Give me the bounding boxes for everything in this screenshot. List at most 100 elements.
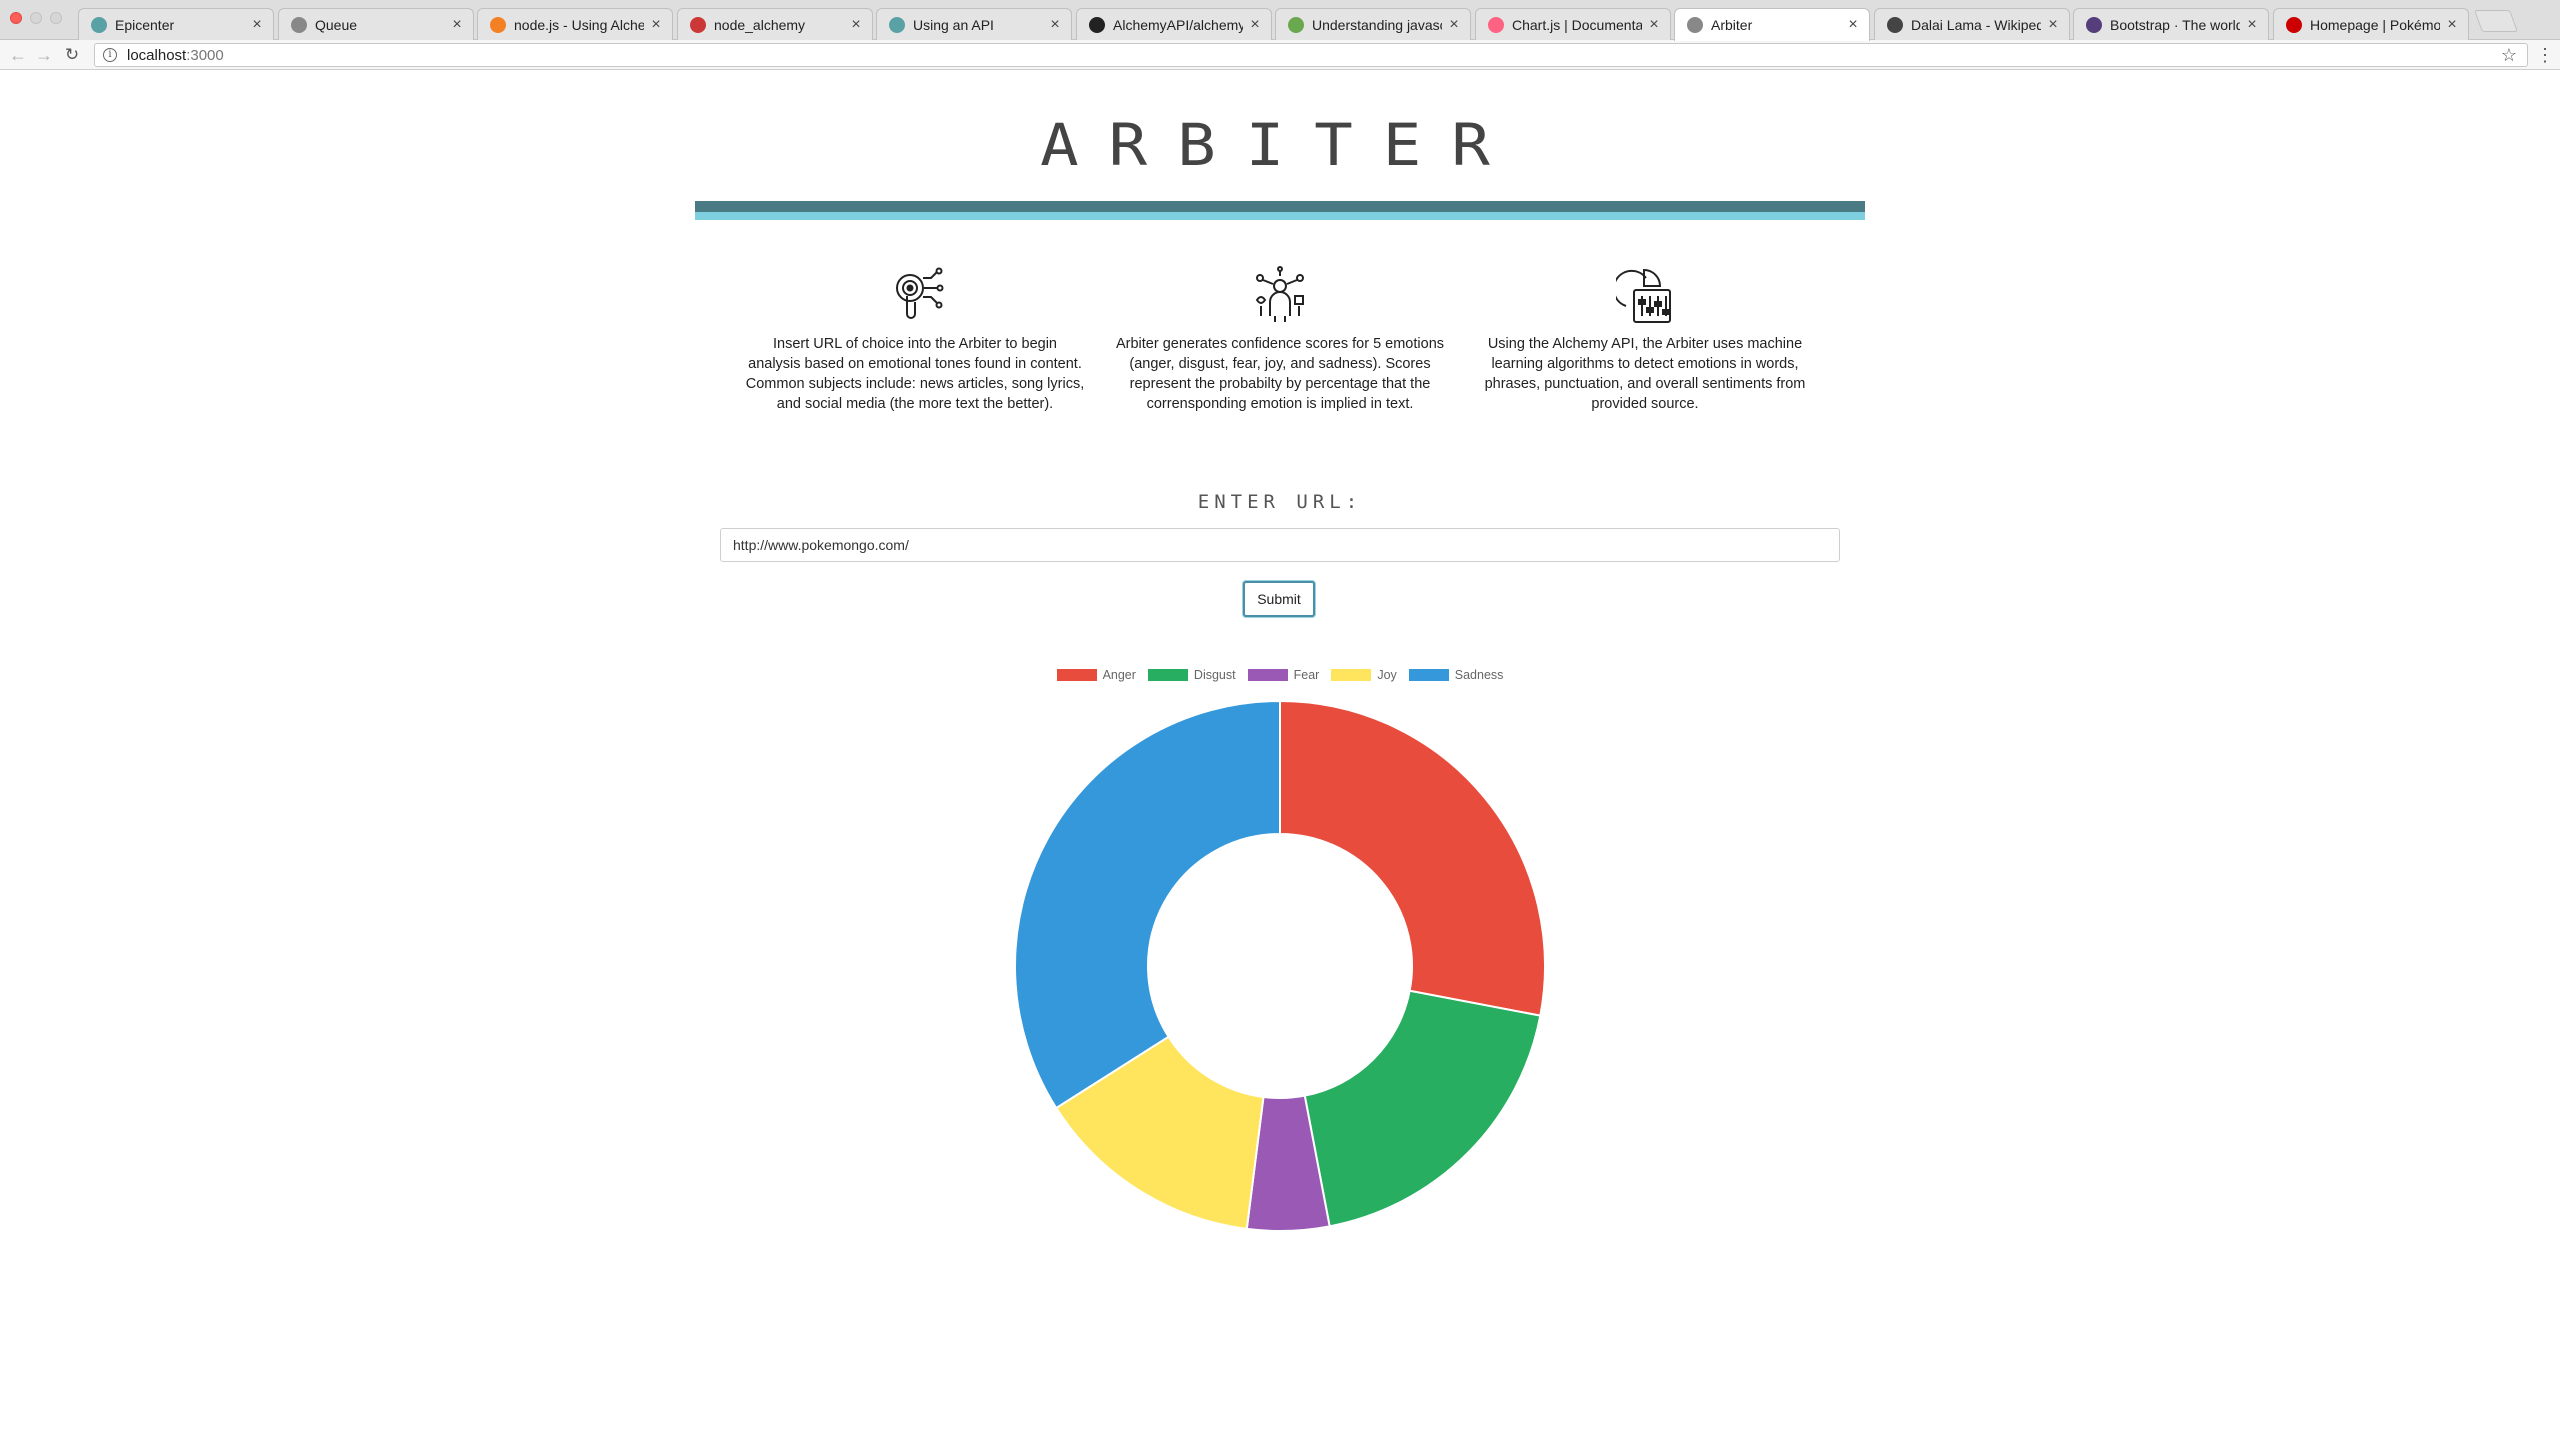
- legend-label: Fear: [1293, 668, 1320, 682]
- browser-tab[interactable]: Chart.js | Documentation×: [1475, 8, 1671, 40]
- submit-button[interactable]: Submit: [1243, 581, 1315, 617]
- legend-swatch: [1408, 669, 1449, 681]
- algorithm-chart-icon: [1616, 268, 1671, 323]
- e-circle-icon: [889, 16, 905, 33]
- back-arrow-icon[interactable]: ←: [6, 43, 30, 67]
- url-label: ENTER URL:: [1197, 491, 1363, 513]
- tab-close-icon[interactable]: ×: [648, 16, 664, 34]
- browser-tab[interactable]: Understanding javascript×: [1275, 8, 1471, 40]
- browser-toolbar: ← → ↻ i localhost :3000 ☆ ⋮: [0, 40, 2560, 70]
- chart-legend: Anger Disgust Fear Joy Sadness: [0, 668, 2560, 682]
- page-title: ARBITER: [1040, 112, 1520, 180]
- tab-title: Using an API: [913, 16, 994, 33]
- codementor-icon: [1288, 16, 1304, 33]
- title-underline-light: [695, 212, 1865, 220]
- tab-title: Dalai Lama - Wikipedia: [1911, 16, 2041, 33]
- new-tab-button[interactable]: [2473, 10, 2519, 32]
- e-circle-icon: [91, 16, 107, 33]
- tab-title: node_alchemy: [714, 16, 806, 33]
- info-icon[interactable]: i: [103, 48, 117, 62]
- close-window-button[interactable]: [10, 12, 22, 24]
- browser-tab[interactable]: Epicenter ×: [78, 8, 274, 40]
- chart-slice-sadness[interactable]: [1014, 699, 1281, 1110]
- feature-algorithm: Using the Alchemy API, the Arbiter uses …: [1475, 266, 1815, 414]
- stack-overflow-icon: [490, 16, 506, 33]
- emotion-doughnut-chart: [1014, 699, 1546, 1232]
- tab-close-icon[interactable]: ×: [1446, 16, 1462, 34]
- address-bar[interactable]: i localhost :3000 ☆: [94, 43, 2528, 67]
- legend-swatch: [1331, 669, 1372, 681]
- tab-close-icon[interactable]: ×: [848, 16, 864, 34]
- tab-close-icon[interactable]: ×: [2045, 16, 2061, 34]
- browser-tab[interactable]: Bootstrap · The world's m×: [2073, 8, 2269, 40]
- url-host: localhost: [127, 46, 187, 64]
- tab-title: Homepage | Pokémon Go: [2310, 16, 2440, 33]
- tab-close-icon[interactable]: ×: [1646, 16, 1662, 34]
- tab-close-icon[interactable]: ×: [2444, 16, 2460, 34]
- bootstrap-icon: [2086, 16, 2102, 33]
- bookmark-star-icon[interactable]: ☆: [2501, 45, 2517, 66]
- browser-menu-icon[interactable]: ⋮: [2536, 43, 2554, 67]
- pokeball-icon: [2286, 16, 2302, 33]
- npm-icon: [690, 16, 706, 33]
- legend-label: Joy: [1377, 668, 1397, 682]
- feature-text: Using the Alchemy API, the Arbiter uses …: [1484, 336, 1806, 412]
- github-icon: [1089, 16, 1105, 33]
- tab-title: Arbiter: [1711, 17, 1753, 33]
- tab-close-icon[interactable]: ×: [2244, 16, 2260, 34]
- tab-close-icon[interactable]: ×: [1845, 16, 1861, 34]
- chart-slice-anger[interactable]: [1279, 699, 1546, 1017]
- browser-tab[interactable]: AlchemyAPI/alchemyapi_×: [1076, 8, 1272, 40]
- emotion-person-icon: [1255, 266, 1304, 322]
- maximize-window-button[interactable]: [50, 12, 62, 24]
- browser-tab[interactable]: node.js - Using Alchemy×: [477, 8, 673, 40]
- title-underline-dark: [695, 201, 1865, 212]
- chartjs-icon: [1488, 16, 1504, 33]
- legend-item[interactable]: Anger: [1056, 668, 1136, 682]
- browser-tab[interactable]: node_alchemy ×: [677, 8, 873, 40]
- url-input[interactable]: [720, 528, 1840, 562]
- tab-title: Chart.js | Documentation: [1512, 16, 1642, 33]
- feature-text: Insert URL of choice into the Arbiter to…: [745, 336, 1085, 412]
- browser-tab[interactable]: Dalai Lama - Wikipedia ×: [1874, 8, 2070, 40]
- legend-label: Anger: [1102, 668, 1136, 682]
- feature-text: Arbiter generates confidence scores for …: [1115, 336, 1445, 412]
- tab-title: node.js - Using Alchemy: [514, 16, 644, 33]
- tab-close-icon[interactable]: ×: [449, 16, 465, 34]
- page-icon: [291, 16, 307, 33]
- tab-close-icon[interactable]: ×: [1247, 16, 1263, 34]
- feature-analysis: Insert URL of choice into the Arbiter to…: [745, 266, 1085, 414]
- tab-title: Queue: [315, 16, 358, 33]
- browser-tab[interactable]: Homepage | Pokémon Go×: [2273, 8, 2469, 40]
- legend-swatch: [1247, 669, 1288, 681]
- browser-tab[interactable]: Arbiter ×: [1674, 8, 1870, 41]
- page-content: ARBITER Insert URL of choice into the Ar…: [0, 71, 2560, 1440]
- minimize-window-button[interactable]: [30, 12, 42, 24]
- tab-title: AlchemyAPI/alchemyapi_: [1113, 16, 1243, 33]
- forward-arrow-icon[interactable]: →: [32, 43, 56, 67]
- reload-icon[interactable]: ↻: [60, 43, 84, 67]
- legend-item[interactable]: Disgust: [1147, 668, 1236, 682]
- wikipedia-icon: [1887, 16, 1903, 33]
- legend-label: Sadness: [1454, 668, 1504, 682]
- url-port: :3000: [186, 46, 224, 64]
- legend-swatch: [1056, 669, 1097, 681]
- browser-tab[interactable]: Using an API ×: [876, 8, 1072, 40]
- legend-item[interactable]: Joy: [1331, 668, 1397, 682]
- feature-emotions: Arbiter generates confidence scores for …: [1110, 266, 1450, 414]
- browser-tab[interactable]: Queue ×: [278, 8, 474, 40]
- tab-close-icon[interactable]: ×: [1047, 16, 1063, 34]
- touch-analysis-icon: [896, 267, 944, 319]
- tab-title: Bootstrap · The world's m: [2110, 16, 2240, 33]
- legend-swatch: [1147, 669, 1188, 681]
- tab-title: Epicenter: [115, 16, 175, 33]
- browser-tab-strip: Epicenter×Queue×node.js - Using Alchemy×…: [0, 0, 2560, 41]
- chart-slice-disgust[interactable]: [1303, 989, 1542, 1228]
- page-icon: [1687, 17, 1703, 33]
- legend-item[interactable]: Sadness: [1408, 668, 1504, 682]
- tab-list: Epicenter×Queue×node.js - Using Alchemy×…: [78, 8, 2548, 41]
- legend-label: Disgust: [1193, 668, 1236, 682]
- tab-title: Understanding javascript: [1312, 16, 1442, 33]
- legend-item[interactable]: Fear: [1247, 668, 1320, 682]
- tab-close-icon[interactable]: ×: [249, 16, 265, 34]
